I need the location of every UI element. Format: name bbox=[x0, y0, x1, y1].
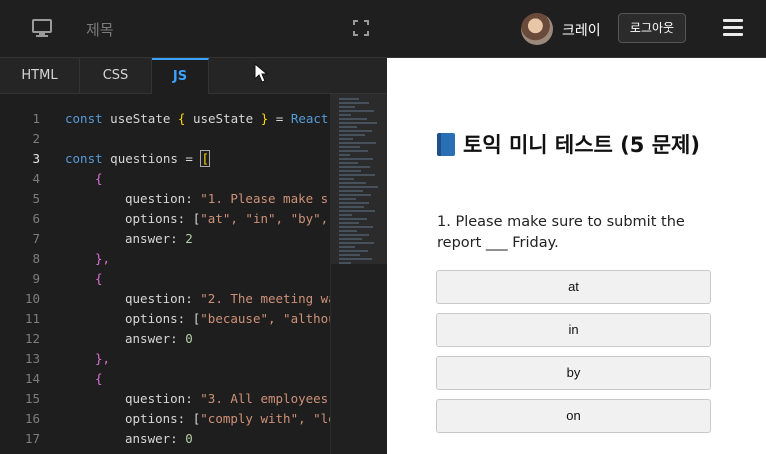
line-number: 1 bbox=[32, 111, 40, 126]
mouse-pointer-icon bbox=[254, 63, 268, 83]
answer-option-on[interactable]: on bbox=[436, 399, 711, 433]
hamburger-menu-icon[interactable] bbox=[723, 19, 743, 37]
answer-option-by[interactable]: by bbox=[436, 356, 711, 390]
code-editor: HTML CSS JS 1 const useState { useState }… bbox=[0, 58, 388, 454]
code-line: 11 options: ["because", "althou bbox=[24, 311, 330, 326]
page-title[interactable]: 제목 bbox=[86, 19, 114, 40]
preview-panel: 토익 미니 테스트 (5 문제) 1. Please make sure to … bbox=[387, 58, 766, 454]
code-line: 15 question: "3. All employees bbox=[24, 391, 329, 406]
code-line: 9{ bbox=[32, 271, 103, 286]
book-icon bbox=[437, 133, 455, 156]
code-line: 7 answer: 2 bbox=[32, 231, 193, 246]
user-name[interactable]: 크레이 bbox=[562, 20, 601, 40]
tab-html[interactable]: HTML bbox=[0, 58, 80, 94]
code-line: 8}, bbox=[32, 251, 111, 266]
tab-css[interactable]: CSS bbox=[80, 58, 152, 94]
answer-option-at[interactable]: at bbox=[436, 270, 711, 304]
quiz-title: 토익 미니 테스트 (5 문제) bbox=[437, 130, 737, 160]
editor-minimap[interactable] bbox=[330, 94, 388, 454]
code-line: 12 answer: 0 bbox=[24, 331, 193, 346]
fullscreen-icon[interactable] bbox=[353, 20, 369, 36]
tab-js[interactable]: JS bbox=[152, 58, 209, 94]
editor-tabs: HTML CSS JS bbox=[0, 58, 387, 94]
code-line: 3 const questions = [ bbox=[32, 150, 211, 167]
quiz-question: 1. Please make sure to submit the report… bbox=[437, 214, 685, 251]
code-line: 1 const useState { useState } = React bbox=[0, 109, 330, 129]
top-bar: 제목 크레이 로그아웃 bbox=[0, 0, 766, 58]
code-line: 2 bbox=[32, 131, 40, 146]
avatar[interactable] bbox=[521, 13, 553, 45]
code-line: 14{ bbox=[24, 371, 103, 386]
answer-option-in[interactable]: in bbox=[436, 313, 711, 347]
code-line: 5 question: "1. Please make s bbox=[32, 191, 329, 206]
code-line: 13}, bbox=[24, 351, 111, 366]
code-area[interactable]: 1 const useState { useState } = React 2 3… bbox=[0, 94, 330, 454]
code-line: 10 question: "2. The meeting wa bbox=[24, 291, 330, 306]
code-line: 16 options: ["comply with", "le bbox=[24, 411, 330, 426]
code-line: 4{ bbox=[32, 171, 103, 186]
logout-button[interactable]: 로그아웃 bbox=[618, 13, 686, 43]
code-line: 17 answer: 0 bbox=[24, 431, 193, 446]
code-line: 6 options: ["at", "in", "by", bbox=[32, 211, 329, 226]
monitor-icon[interactable] bbox=[32, 19, 52, 37]
